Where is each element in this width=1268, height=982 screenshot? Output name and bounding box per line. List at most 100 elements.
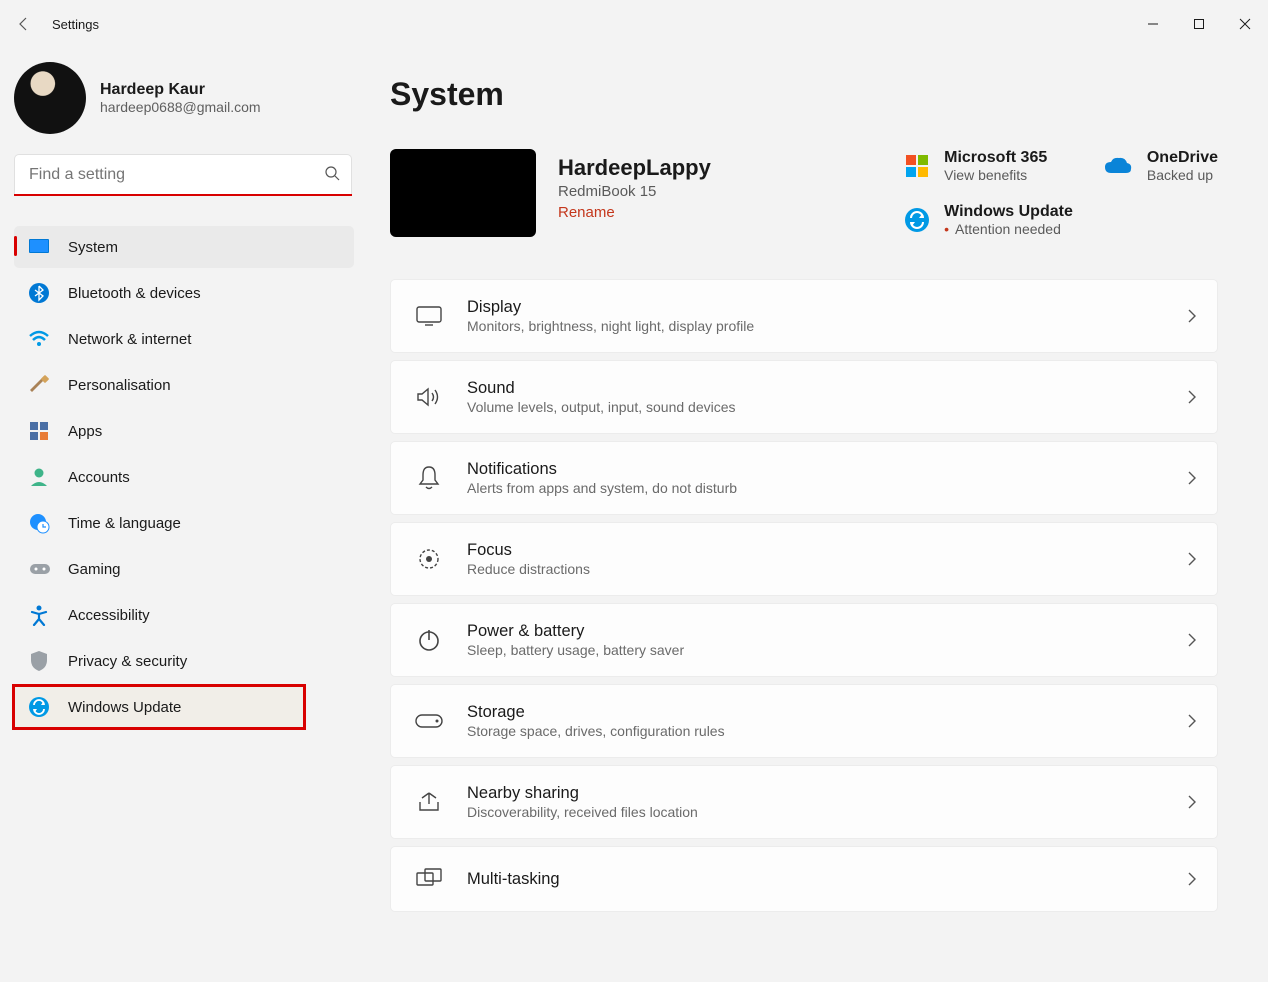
sound-icon [415, 383, 443, 411]
sidebar-item-network[interactable]: Network & internet [14, 318, 354, 360]
back-button[interactable] [14, 14, 34, 34]
sidebar-item-label: Network & internet [68, 331, 191, 348]
chevron-right-icon [1187, 794, 1197, 810]
sidebar-item-label: Bluetooth & devices [68, 285, 201, 302]
system-icon [28, 236, 50, 258]
card-microsoft365[interactable]: Microsoft 365 View benefits [904, 149, 1073, 183]
storage-icon [415, 707, 443, 735]
page-title: System [390, 76, 1218, 113]
user-profile[interactable]: Hardeep Kaur hardeep0688@gmail.com [14, 62, 354, 134]
setting-name: Focus [467, 541, 1163, 560]
sidebar-item-apps[interactable]: Apps [14, 410, 354, 452]
card-sub: Attention needed [944, 221, 1073, 237]
search-input[interactable] [14, 154, 352, 194]
chevron-right-icon [1187, 551, 1197, 567]
share-icon [415, 788, 443, 816]
sidebar-item-accessibility[interactable]: Accessibility [14, 594, 354, 636]
ms365-icon [904, 153, 930, 179]
card-sub: View benefits [944, 167, 1047, 183]
setting-notifications[interactable]: Notifications Alerts from apps and syste… [390, 441, 1218, 515]
bluetooth-icon [28, 282, 50, 304]
chevron-right-icon [1187, 713, 1197, 729]
setting-name: Storage [467, 703, 1163, 722]
maximize-button[interactable] [1176, 8, 1222, 40]
user-name: Hardeep Kaur [100, 81, 261, 99]
setting-desc: Reduce distractions [467, 561, 1163, 577]
setting-name: Notifications [467, 460, 1163, 479]
setting-desc: Monitors, brightness, night light, displ… [467, 318, 1163, 334]
sidebar: Hardeep Kaur hardeep0688@gmail.com Syste… [0, 48, 362, 982]
sidebar-item-label: Accessibility [68, 607, 150, 624]
setting-name: Display [467, 298, 1163, 317]
sync-icon [904, 207, 930, 233]
card-windows-update[interactable]: Windows Update Attention needed [904, 203, 1073, 237]
setting-power[interactable]: Power & battery Sleep, battery usage, ba… [390, 603, 1218, 677]
focus-icon [415, 545, 443, 573]
setting-name: Power & battery [467, 622, 1163, 641]
setting-desc: Sleep, battery usage, battery saver [467, 642, 1163, 658]
person-icon [28, 466, 50, 488]
user-email: hardeep0688@gmail.com [100, 99, 261, 115]
sidebar-item-accounts[interactable]: Accounts [14, 456, 354, 498]
card-onedrive[interactable]: OneDrive Backed up [1103, 149, 1218, 183]
globe-clock-icon [28, 512, 50, 534]
sidebar-item-label: System [68, 239, 118, 256]
chevron-right-icon [1187, 308, 1197, 324]
setting-desc: Storage space, drives, configuration rul… [467, 723, 1163, 739]
titlebar: Settings [0, 0, 1268, 48]
bell-icon [415, 464, 443, 492]
sidebar-item-gaming[interactable]: Gaming [14, 548, 354, 590]
rename-link[interactable]: Rename [558, 204, 615, 221]
nav-list: System Bluetooth & devices Network & int… [14, 226, 354, 728]
sidebar-item-label: Time & language [68, 515, 181, 532]
multitask-icon [415, 865, 443, 893]
device-name: HardeepLappy [558, 155, 711, 181]
chevron-right-icon [1187, 389, 1197, 405]
settings-list: Display Monitors, brightness, night ligh… [390, 279, 1218, 912]
chevron-right-icon [1187, 871, 1197, 887]
accessibility-icon [28, 604, 50, 626]
main-content: System HardeepLappy RedmiBook 15 Rename … [362, 48, 1268, 982]
setting-name: Multi-tasking [467, 870, 1163, 889]
device-model: RedmiBook 15 [558, 183, 711, 200]
sidebar-item-label: Windows Update [68, 699, 181, 716]
search-box[interactable] [14, 154, 352, 196]
setting-desc: Alerts from apps and system, do not dist… [467, 480, 1163, 496]
setting-multitasking[interactable]: Multi-tasking [390, 846, 1218, 912]
wifi-icon [28, 328, 50, 350]
device-thumbnail [390, 149, 536, 237]
setting-desc: Volume levels, output, input, sound devi… [467, 399, 1163, 415]
setting-name: Nearby sharing [467, 784, 1163, 803]
setting-sound[interactable]: Sound Volume levels, output, input, soun… [390, 360, 1218, 434]
sidebar-item-label: Apps [68, 423, 102, 440]
card-title: OneDrive [1147, 149, 1218, 167]
sidebar-item-time-language[interactable]: Time & language [14, 502, 354, 544]
sidebar-item-windows-update[interactable]: Windows Update [14, 686, 304, 728]
power-icon [415, 626, 443, 654]
device-block: HardeepLappy RedmiBook 15 Rename [390, 149, 711, 237]
sidebar-item-label: Gaming [68, 561, 121, 578]
close-button[interactable] [1222, 8, 1268, 40]
sidebar-item-personalisation[interactable]: Personalisation [14, 364, 354, 406]
gamepad-icon [28, 558, 50, 580]
sidebar-item-label: Privacy & security [68, 653, 187, 670]
setting-name: Sound [467, 379, 1163, 398]
sidebar-item-privacy[interactable]: Privacy & security [14, 640, 354, 682]
setting-display[interactable]: Display Monitors, brightness, night ligh… [390, 279, 1218, 353]
minimize-button[interactable] [1130, 8, 1176, 40]
display-icon [415, 302, 443, 330]
card-title: Microsoft 365 [944, 149, 1047, 167]
setting-nearby-sharing[interactable]: Nearby sharing Discoverability, received… [390, 765, 1218, 839]
setting-focus[interactable]: Focus Reduce distractions [390, 522, 1218, 596]
sidebar-item-bluetooth[interactable]: Bluetooth & devices [14, 272, 354, 314]
sidebar-item-system[interactable]: System [14, 226, 354, 268]
chevron-right-icon [1187, 470, 1197, 486]
card-sub: Backed up [1147, 167, 1218, 183]
brush-icon [28, 374, 50, 396]
search-icon [324, 165, 340, 181]
cloud-icon [1103, 155, 1133, 177]
avatar [14, 62, 86, 134]
card-title: Windows Update [944, 203, 1073, 221]
setting-storage[interactable]: Storage Storage space, drives, configura… [390, 684, 1218, 758]
sidebar-item-label: Personalisation [68, 377, 171, 394]
